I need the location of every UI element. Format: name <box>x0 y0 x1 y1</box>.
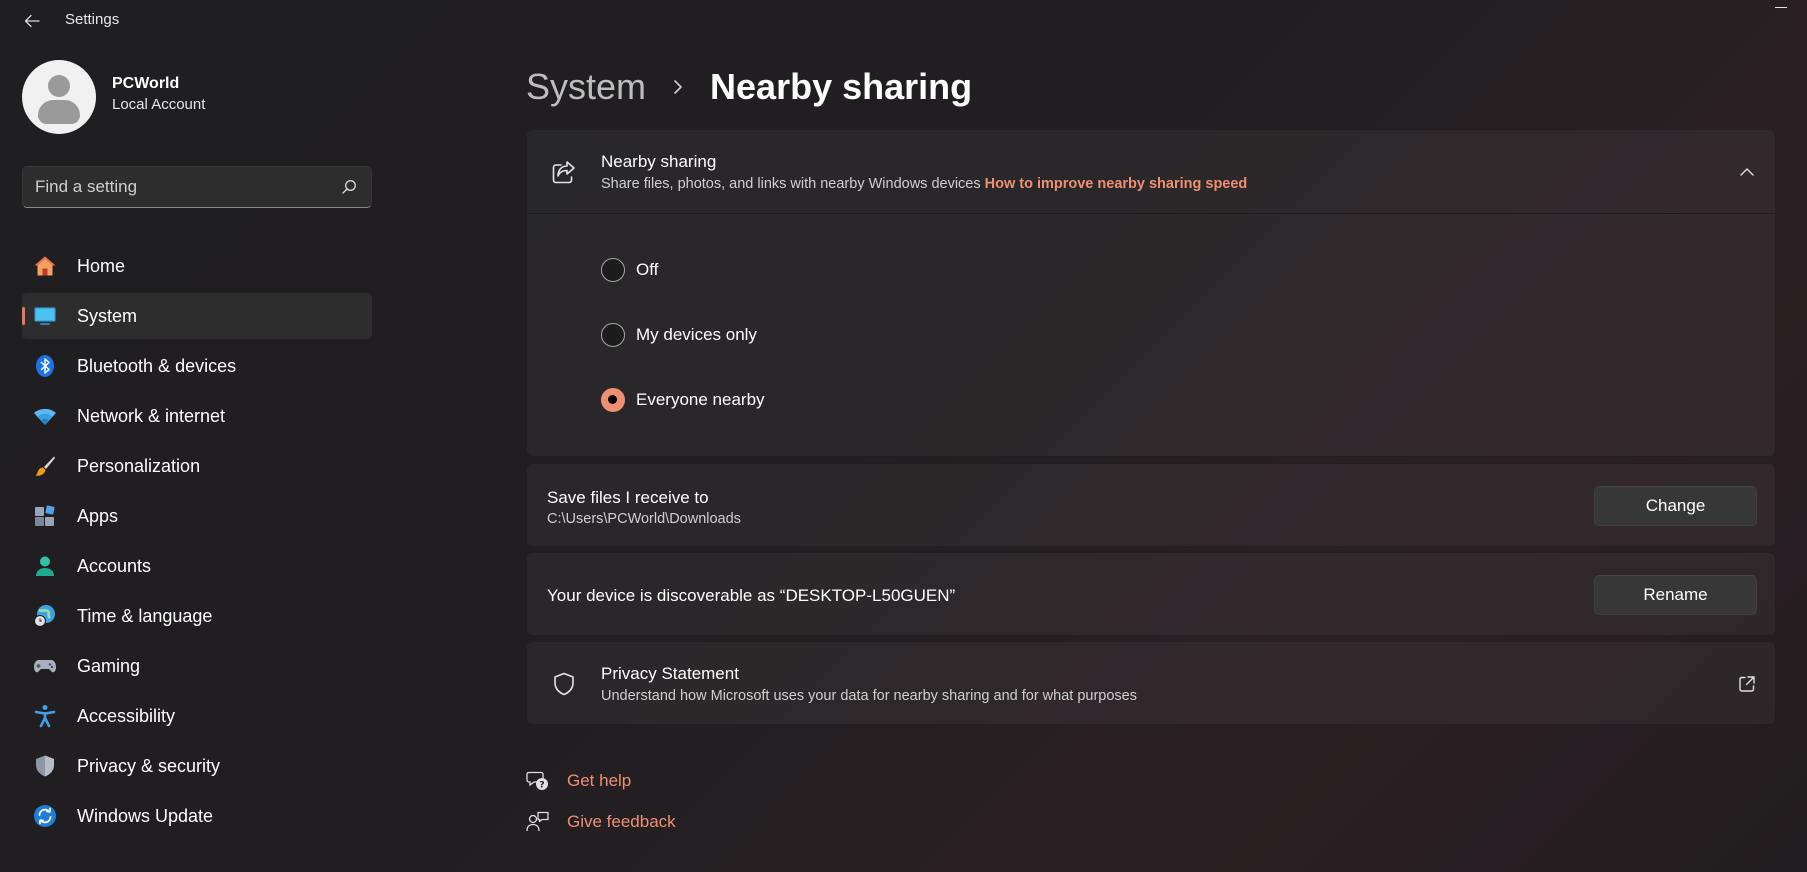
sidebar-item-accessibility[interactable]: Accessibility <box>22 693 372 739</box>
improve-speed-link[interactable]: How to improve nearby sharing speed <box>985 176 1248 192</box>
change-button[interactable]: Change <box>1594 486 1757 526</box>
svg-text:?: ? <box>539 781 544 791</box>
brush-icon <box>35 456 55 476</box>
discoverable-row: Your device is discoverable as “DESKTOP-… <box>526 552 1776 636</box>
sidebar-item-privacy-security[interactable]: Privacy & security <box>22 743 372 789</box>
accessibility-icon <box>34 705 56 728</box>
sidebar-item-label: System <box>77 306 138 326</box>
feedback-icon <box>526 811 549 832</box>
update-icon <box>34 805 56 827</box>
search-icon[interactable] <box>341 179 357 195</box>
radio-label: My devices only <box>636 325 757 344</box>
back-button[interactable] <box>14 6 50 36</box>
rename-button[interactable]: Rename <box>1594 575 1757 615</box>
sidebar-item-label: Network & internet <box>77 406 226 426</box>
privacy-description: Understand how Microsoft uses your data … <box>601 688 1137 704</box>
discoverable-title: Your device is discoverable as “DESKTOP-… <box>547 586 956 605</box>
sidebar-item-time-language[interactable]: Time & language <box>22 593 372 639</box>
shield-icon <box>36 755 54 777</box>
profile-name: PCWorld <box>112 75 180 92</box>
chevron-right-icon <box>664 73 692 101</box>
give-feedback-label: Give feedback <box>567 812 676 831</box>
privacy-title: Privacy Statement <box>601 664 739 683</box>
avatar[interactable] <box>22 60 96 134</box>
sidebar-item-label: Time & language <box>77 606 213 626</box>
nearby-sharing-description-text: Share files, photos, and links with near… <box>601 176 981 192</box>
sidebar: PCWorld Local Account Home <box>0 42 390 872</box>
sidebar-item-bluetooth[interactable]: Bluetooth & devices <box>22 343 372 389</box>
sidebar-item-system[interactable]: System <box>22 293 372 339</box>
search-input[interactable] <box>35 167 325 207</box>
nearby-sharing-header[interactable]: Nearby sharing Share files, photos, and … <box>527 130 1775 214</box>
sidebar-nav: Home System Bluetooth & devices Network … <box>22 243 372 843</box>
radio-label: Everyone nearby <box>636 390 765 409</box>
get-help-label: Get help <box>567 771 632 790</box>
sidebar-item-personalization[interactable]: Personalization <box>22 443 372 489</box>
radio-label: Off <box>636 260 659 279</box>
sidebar-item-network[interactable]: Network & internet <box>22 393 372 439</box>
app-title: Settings <box>65 11 120 28</box>
sidebar-item-label: Gaming <box>77 656 141 676</box>
user-profile[interactable]: PCWorld Local Account <box>22 60 362 136</box>
breadcrumb-parent[interactable]: System <box>526 66 646 108</box>
settings-window: Settings PCWorld Local Account Find a se… <box>0 0 1807 872</box>
sidebar-item-label: Privacy & security <box>77 756 221 776</box>
nearby-sharing-title: Nearby sharing <box>601 152 717 171</box>
help-chat-icon: ? <box>526 771 548 791</box>
sidebar-item-windows-update[interactable]: Windows Update <box>22 793 372 839</box>
sidebar-item-label: Personalization <box>77 456 201 476</box>
apps-icon <box>35 505 55 526</box>
gamepad-icon <box>34 660 56 673</box>
wifi-icon <box>34 408 56 425</box>
sidebar-item-label: Accounts <box>77 556 152 576</box>
share-icon <box>552 161 575 184</box>
radio-option-my-devices[interactable]: My devices only <box>601 320 757 350</box>
minimize-button[interactable] <box>1775 0 1789 14</box>
accounts-icon <box>36 556 54 576</box>
sidebar-item-home[interactable]: Home <box>22 243 372 289</box>
search-box <box>22 166 372 208</box>
get-help-link[interactable]: ? Get help <box>526 766 631 796</box>
page-title: Nearby sharing <box>710 66 973 107</box>
sidebar-item-label: Windows Update <box>77 806 214 826</box>
chevron-up-icon[interactable] <box>1737 162 1757 182</box>
save-files-row: Save files I receive to C:\Users\PCWorld… <box>526 463 1776 547</box>
external-link-icon[interactable] <box>1737 674 1757 694</box>
save-files-path: C:\Users\PCWorld\Downloads <box>547 511 741 527</box>
radio-option-off[interactable]: Off <box>601 255 658 285</box>
breadcrumb: System Nearby sharing <box>526 62 972 112</box>
radio-option-everyone[interactable]: Everyone nearby <box>601 385 765 415</box>
globe-clock-icon <box>34 605 55 627</box>
privacy-statement-row[interactable]: Privacy Statement Understand how Microso… <box>526 641 1776 725</box>
sidebar-item-label: Bluetooth & devices <box>77 356 237 376</box>
save-files-title: Save files I receive to <box>547 488 709 507</box>
bluetooth-icon <box>36 355 54 377</box>
nearby-sharing-description: Share files, photos, and links with near… <box>601 176 1247 192</box>
sidebar-item-accounts[interactable]: Accounts <box>22 543 372 589</box>
shield-outline-icon <box>554 672 574 696</box>
sidebar-item-label: Home <box>77 256 126 276</box>
home-icon <box>34 256 56 276</box>
radio-button-everyone[interactable] <box>601 388 625 412</box>
main-content: System Nearby sharing Nearby sharing Sha… <box>526 42 1776 872</box>
radio-button-my-devices[interactable] <box>601 323 625 347</box>
nearby-sharing-card: Nearby sharing Share files, photos, and … <box>526 129 1776 457</box>
give-feedback-link[interactable]: Give feedback <box>526 807 676 837</box>
sidebar-item-label: Apps <box>77 506 119 526</box>
profile-account-type: Local Account <box>112 96 206 113</box>
sidebar-item-apps[interactable]: Apps <box>22 493 372 539</box>
sidebar-item-label: Accessibility <box>77 706 176 726</box>
back-arrow-icon <box>24 14 40 28</box>
system-icon <box>34 307 56 325</box>
title-bar: Settings <box>0 0 1807 42</box>
sidebar-item-gaming[interactable]: Gaming <box>22 643 372 689</box>
radio-button-off[interactable] <box>601 258 625 282</box>
